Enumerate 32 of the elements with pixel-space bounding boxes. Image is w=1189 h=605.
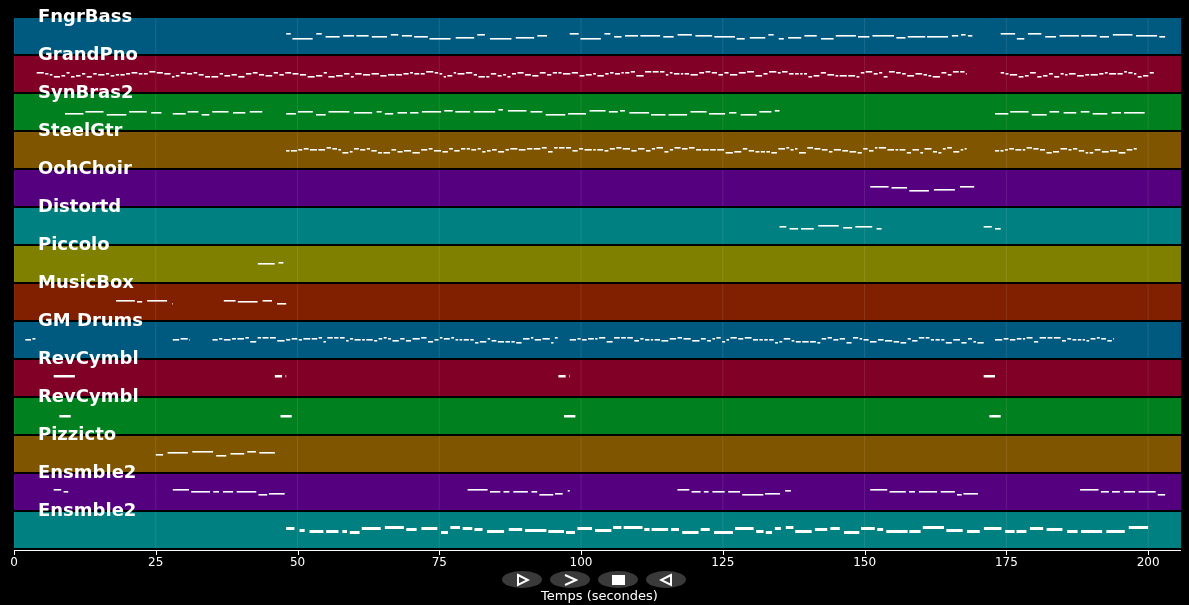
play-icon xyxy=(514,572,530,587)
tick-label: 75 xyxy=(431,555,447,569)
track-label: RevCymbl xyxy=(38,347,139,369)
reverse-icon xyxy=(658,572,674,587)
tick-label: 0 xyxy=(10,555,18,569)
tick-label: 125 xyxy=(711,555,735,569)
tick-label: 100 xyxy=(569,555,593,569)
track-label: SteelGtr xyxy=(38,119,123,141)
tick-label: 25 xyxy=(148,555,164,569)
tick-label: 200 xyxy=(1136,555,1160,569)
track-label: Pizzicto xyxy=(38,423,117,445)
axis-title: Temps (secondes) xyxy=(541,588,658,603)
stop-icon xyxy=(610,572,626,587)
tick-label: 175 xyxy=(994,555,1018,569)
tick-label: 150 xyxy=(853,555,877,569)
track-label: OohChoir xyxy=(38,157,132,179)
track-label: Ensmble2 xyxy=(38,461,137,483)
chevron-right-icon xyxy=(562,572,578,587)
chevron-right-button[interactable] xyxy=(550,571,590,588)
track-label: MusicBox xyxy=(38,271,134,293)
stop-button[interactable] xyxy=(598,571,638,588)
track-label: Piccolo xyxy=(38,233,110,255)
track-label: SynBras2 xyxy=(38,81,134,103)
track-label: FngrBass xyxy=(38,5,133,27)
track-label: Ensmble2 xyxy=(38,499,137,521)
track-label: GM Drums xyxy=(38,309,144,331)
play-button[interactable] xyxy=(502,571,542,588)
reverse-button[interactable] xyxy=(646,571,686,588)
tick-label: 50 xyxy=(289,555,306,569)
track-label: GrandPno xyxy=(38,43,138,65)
track-label: Distortd xyxy=(38,195,122,217)
track-label: RevCymbl xyxy=(38,385,139,407)
